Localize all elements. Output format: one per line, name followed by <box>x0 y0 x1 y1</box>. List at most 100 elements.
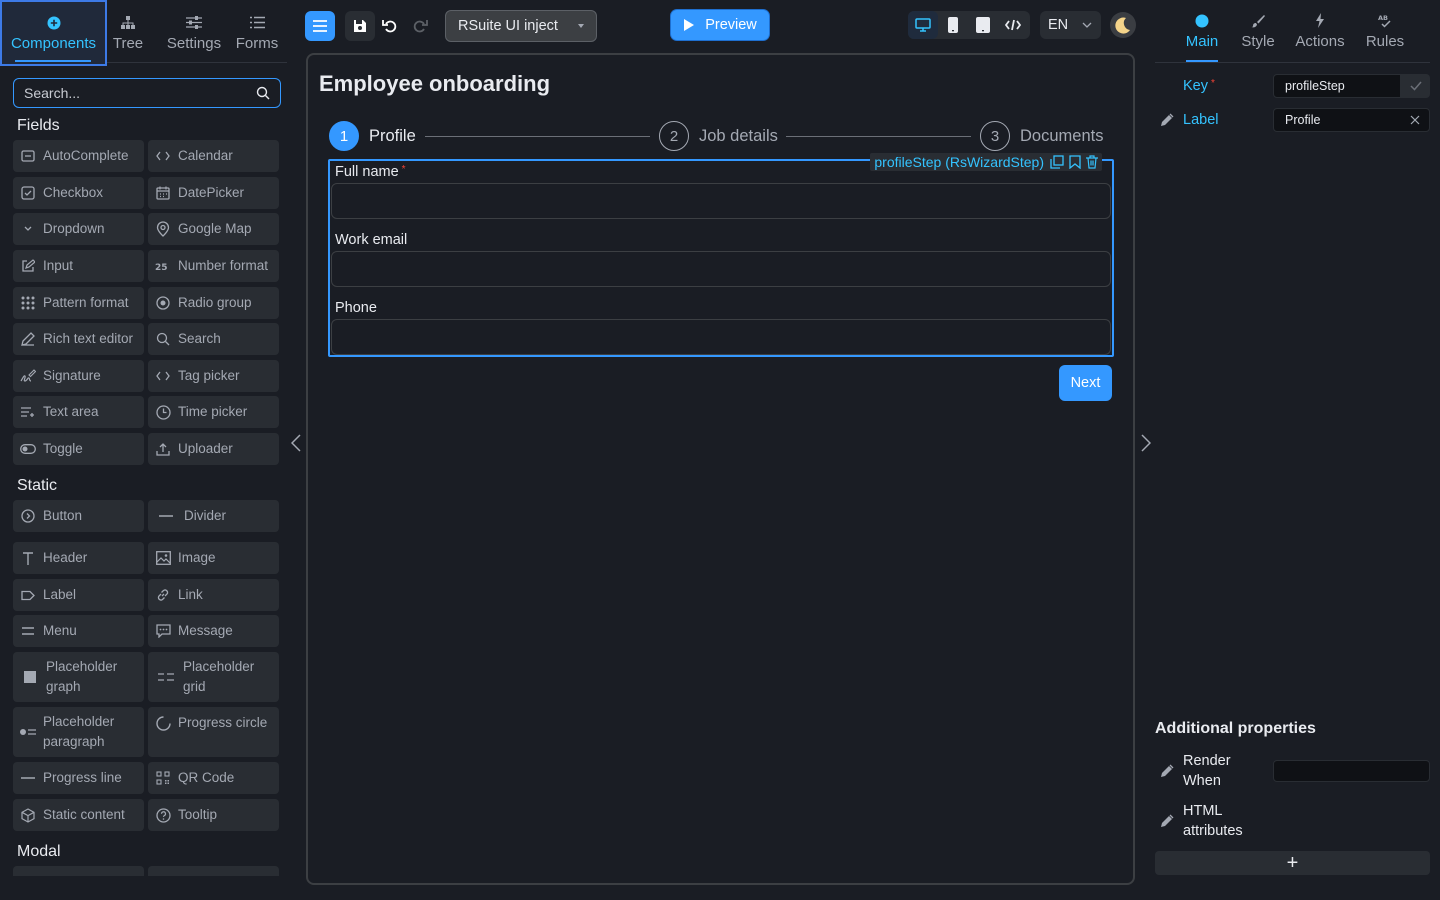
component-modal-partial-2[interactable] <box>148 866 279 876</box>
component-number-format[interactable]: 25 Number format <box>148 250 279 282</box>
theme-toggle-button[interactable] <box>1110 12 1136 38</box>
component-input[interactable]: Input <box>13 250 144 282</box>
search-input[interactable] <box>24 85 256 101</box>
component-datepicker[interactable]: DatePicker <box>148 177 279 209</box>
component-button[interactable]: Button <box>13 500 144 532</box>
device-tablet-button[interactable] <box>968 11 998 39</box>
svg-text:25: 25 <box>155 263 168 271</box>
component-label: Static content <box>43 807 125 822</box>
tablet-icon <box>976 17 990 33</box>
tab-rules[interactable]: AB Rules <box>1362 0 1408 62</box>
component-rich-text-editor[interactable]: Rich text editor <box>13 323 144 355</box>
component-calendar[interactable]: Calendar <box>148 140 279 172</box>
component-time-picker[interactable]: Time picker <box>148 396 279 428</box>
main-menu-button[interactable] <box>305 11 335 41</box>
tab-main[interactable]: Main <box>1180 0 1224 62</box>
number-format-icon: 25 <box>148 261 178 271</box>
component-header[interactable]: Header <box>13 542 144 574</box>
tab-components-label: Components <box>10 34 97 52</box>
component-link[interactable]: Link <box>148 579 279 611</box>
component-placeholder-paragraph[interactable]: Placeholder paragraph <box>13 707 144 757</box>
collapse-left-panel-button[interactable] <box>289 433 303 453</box>
plus-circle-icon <box>47 15 61 31</box>
component-qr-code[interactable]: QR Code <box>148 762 279 794</box>
progress-circle-icon <box>148 713 178 733</box>
clear-label-button[interactable] <box>1407 112 1423 128</box>
copy-icon[interactable] <box>1050 155 1064 169</box>
component-progress-circle[interactable]: Progress circle <box>148 707 279 757</box>
render-when-input[interactable] <box>1273 760 1430 782</box>
progress-line-icon <box>13 776 43 780</box>
component-signature[interactable]: Signature <box>13 360 144 392</box>
component-dropdown[interactable]: Dropdown <box>13 213 144 245</box>
component-autocomplete[interactable]: AutoComplete <box>13 140 144 172</box>
component-search[interactable]: Search <box>148 323 279 355</box>
component-label[interactable]: Label <box>13 579 144 611</box>
tab-tree[interactable]: Tree <box>107 0 149 66</box>
save-button[interactable] <box>345 11 375 41</box>
full-name-input[interactable] <box>331 183 1111 219</box>
component-image[interactable]: Image <box>148 542 279 574</box>
component-tooltip[interactable]: Tooltip <box>148 799 279 831</box>
chevron-down-icon <box>13 226 43 232</box>
search-icon[interactable] <box>256 86 270 100</box>
dot-grid-icon <box>13 296 43 310</box>
component-divider[interactable]: Divider <box>148 500 279 532</box>
pencil-icon[interactable] <box>1160 814 1174 828</box>
wizard-step-documents[interactable]: 3 Documents <box>980 121 1103 151</box>
collapse-right-panel-button[interactable] <box>1139 433 1153 453</box>
undo-button[interactable] <box>375 11 405 41</box>
tab-style[interactable]: Style <box>1236 0 1280 62</box>
bookmark-icon[interactable] <box>1069 155 1081 169</box>
add-property-button[interactable]: + <box>1155 851 1430 875</box>
component-uploader[interactable]: Uploader <box>148 433 279 465</box>
component-text-area[interactable]: Text area <box>13 396 144 428</box>
redo-button[interactable] <box>405 11 435 41</box>
component-placeholder-graph[interactable]: Placeholder graph <box>13 652 144 702</box>
spellcheck-icon: AB <box>1377 13 1393 29</box>
tab-components[interactable]: Components <box>0 0 107 66</box>
trash-icon[interactable] <box>1086 155 1098 169</box>
component-toggle[interactable]: Toggle <box>13 433 144 465</box>
component-label: Button <box>43 508 83 523</box>
component-modal-partial[interactable] <box>13 866 144 876</box>
component-static-content[interactable]: Static content <box>13 799 144 831</box>
tab-settings[interactable]: Settings <box>161 0 227 66</box>
component-google-map[interactable]: Google Map <box>148 213 279 245</box>
component-progress-line[interactable]: Progress line <box>13 762 144 794</box>
component-pattern-format[interactable]: Pattern format <box>13 287 144 319</box>
field-label-phone: Phone <box>335 300 377 316</box>
code-view-button[interactable] <box>998 11 1028 39</box>
save-icon <box>353 19 367 33</box>
key-confirm-button[interactable] <box>1401 74 1430 98</box>
render-when-label: Render When <box>1183 753 1231 789</box>
wizard-step-profile[interactable]: 1 Profile <box>329 121 416 151</box>
preview-button[interactable]: Preview <box>671 10 769 40</box>
component-label: Input <box>43 258 74 273</box>
pencil-icon[interactable] <box>1160 764 1174 778</box>
form-canvas[interactable]: Employee onboarding 1 Profile 2 Job deta… <box>306 53 1135 885</box>
selected-wizard-step[interactable]: profileStep (RsWizardStep) Full name * Wo… <box>328 153 1114 357</box>
pencil-icon[interactable] <box>1160 113 1174 127</box>
component-menu[interactable]: Menu <box>13 615 144 647</box>
device-mobile-button[interactable] <box>938 11 968 39</box>
component-message[interactable]: Message <box>148 615 279 647</box>
preview-button-label: Preview <box>705 17 757 33</box>
tab-forms[interactable]: Forms <box>227 0 287 66</box>
language-select[interactable]: EN <box>1040 11 1101 39</box>
device-desktop-button[interactable] <box>908 11 938 39</box>
key-input[interactable] <box>1285 79 1400 93</box>
component-tag-picker[interactable]: Tag picker <box>148 360 279 392</box>
next-button[interactable]: Next <box>1059 365 1112 401</box>
key-field[interactable] <box>1273 74 1401 98</box>
section-fields-title: Fields <box>17 117 60 134</box>
component-search[interactable] <box>13 78 281 108</box>
wizard-step-job-details[interactable]: 2 Job details <box>659 121 778 151</box>
component-checkbox[interactable]: Checkbox <box>13 177 144 209</box>
work-email-input[interactable] <box>331 251 1111 287</box>
tab-actions[interactable]: Actions <box>1292 0 1348 62</box>
component-radio-group[interactable]: Radio group <box>148 287 279 319</box>
phone-input[interactable] <box>331 319 1111 355</box>
component-placeholder-grid[interactable]: Placeholder grid <box>148 652 279 702</box>
project-select[interactable]: RSuite UI inject <box>445 10 597 42</box>
